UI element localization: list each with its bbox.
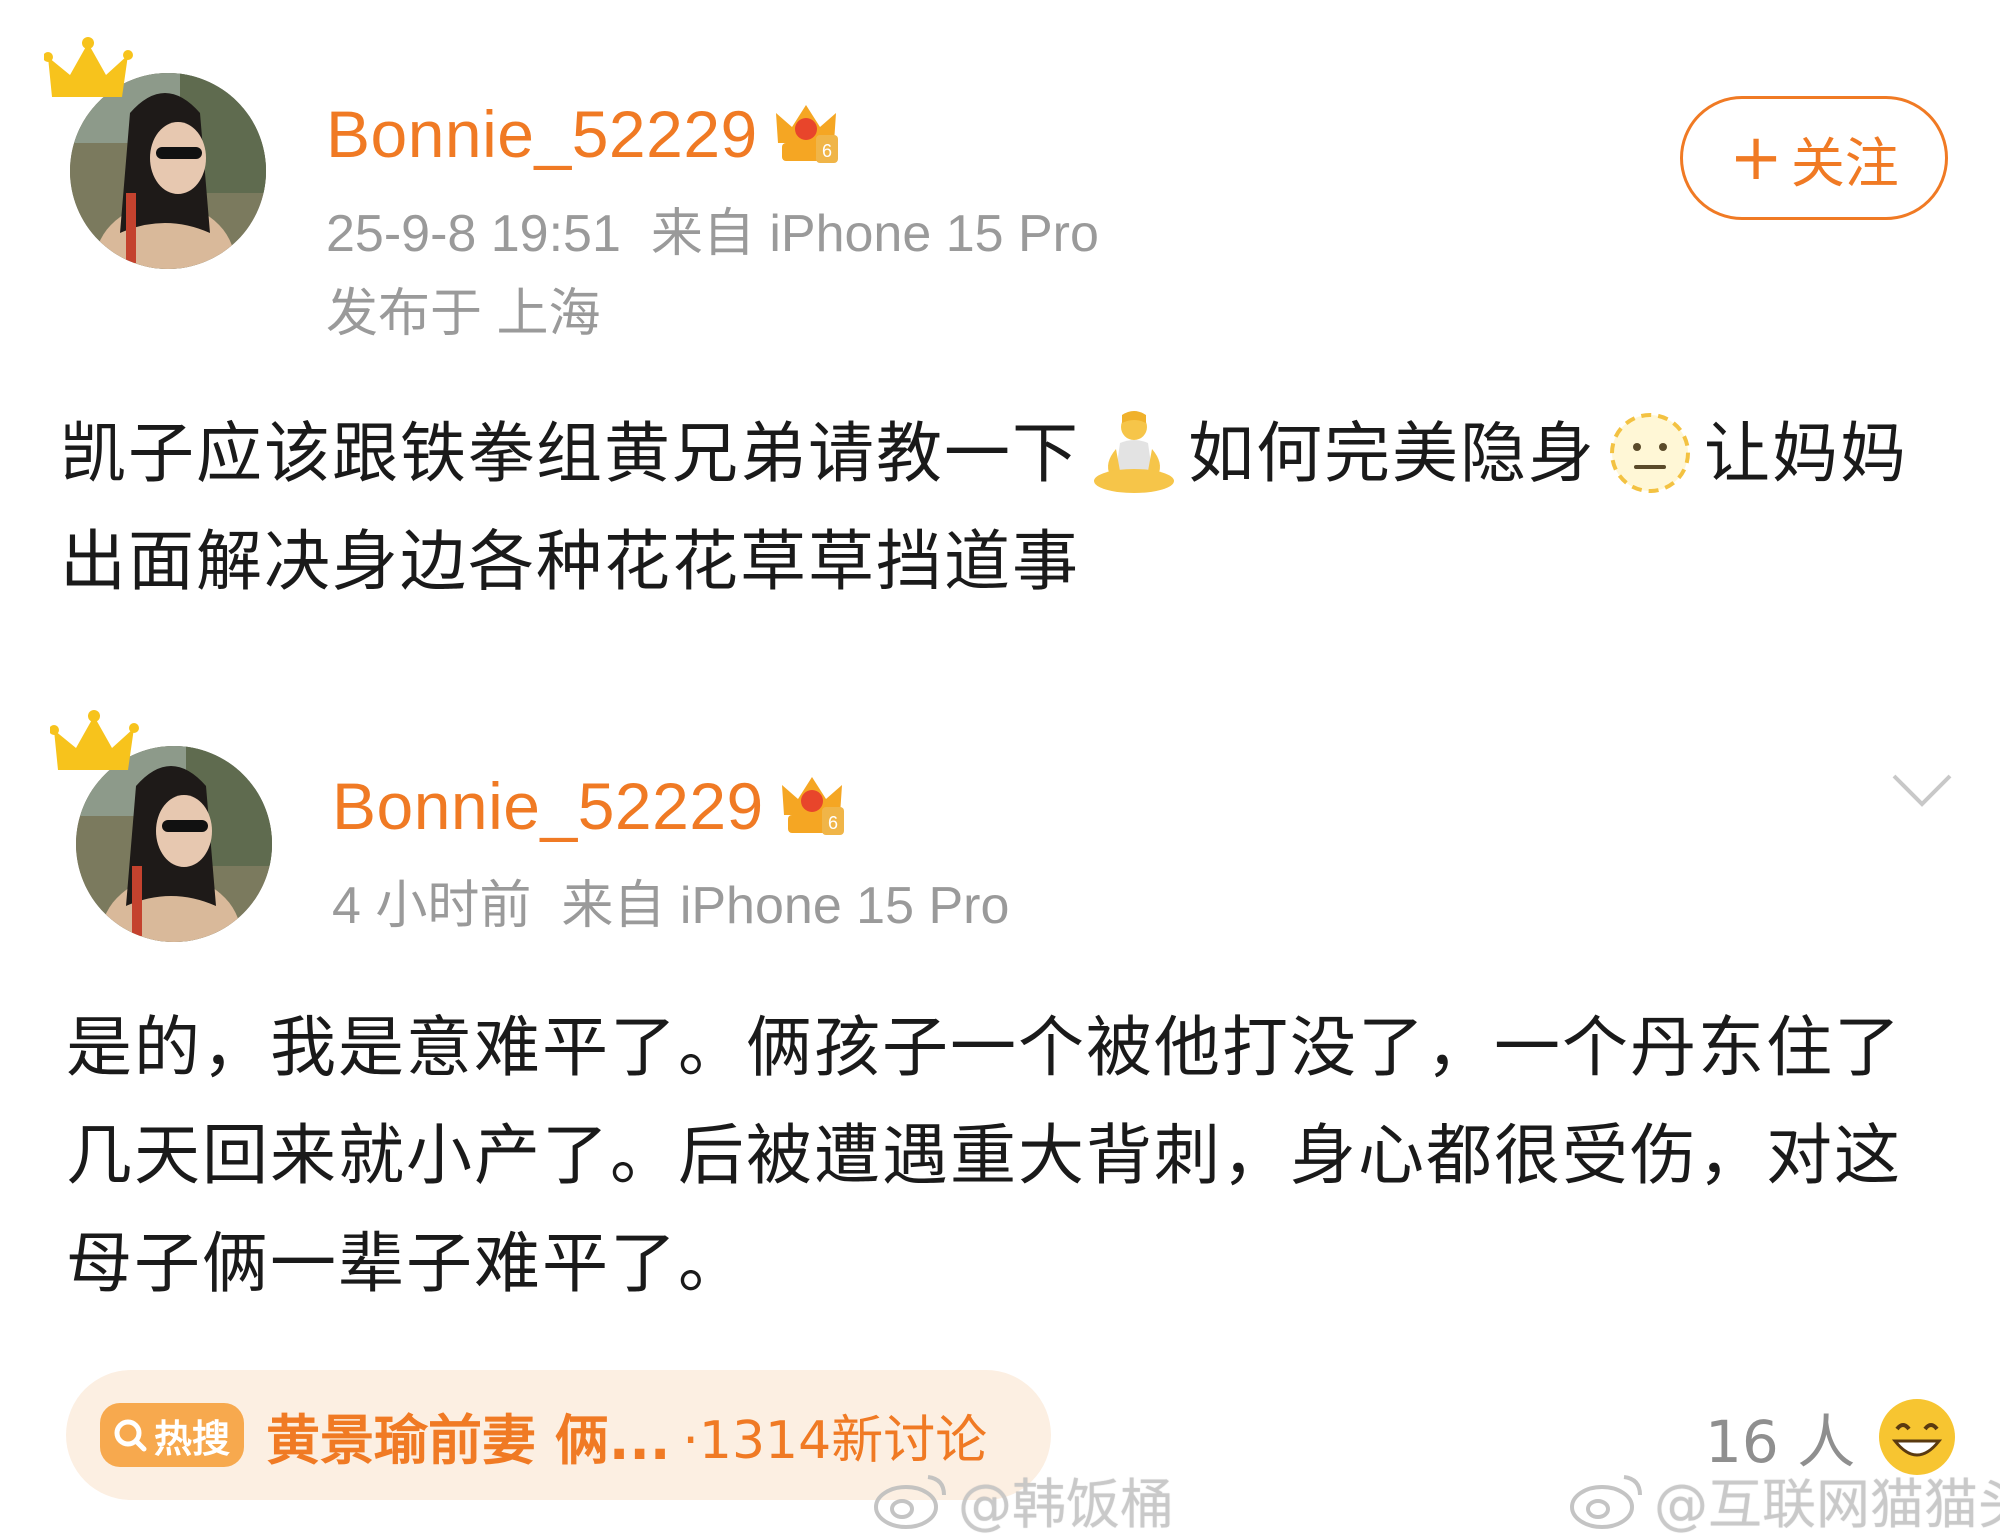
hot-search-title: 黄景瑜前妻 俩... [266,1408,671,1472]
crown-icon [44,33,134,113]
post-time: 4 小时前 [332,877,532,935]
watermark-left-text: @韩饭桶 [958,1473,1174,1536]
watermark-right-text: @互联网猫猫头 [1654,1473,2000,1536]
weibo-logo-icon [1570,1474,1642,1529]
weibo-logo-icon [874,1474,946,1529]
hot-search-tag: 热搜 [100,1403,245,1467]
expressionless-dashed-face-icon [1602,405,1698,501]
svg-text:6: 6 [828,813,838,833]
post-body-text: 是的，我是意难平了。俩孩子一个被他打没了，一个丹东住了几天回来就小产了。后被遭遇… [66,1009,1902,1302]
search-icon [114,1419,147,1452]
location-text: 发布于 上海 [326,285,601,343]
username-row: Bonnie_52229 6 [332,766,848,846]
svg-text:6: 6 [822,141,832,161]
avatar-container[interactable] [50,710,274,942]
username-row: Bonnie_52229 6 [326,94,842,174]
watermark-left: @韩饭桶 [872,1460,1174,1539]
post-meta: 25-9-8 19:51 来自 iPhone 15 Pro [326,208,1099,260]
username[interactable]: Bonnie_52229 [332,773,764,839]
watermark-right: @互联网猫猫头 [1568,1460,2000,1539]
follow-label: 关注 [1790,131,1899,195]
post-source: 来自 iPhone 15 Pro [650,205,1099,263]
vip-crown-badge-icon[interactable]: 6 [772,99,842,169]
post-source: 来自 iPhone 15 Pro [561,877,1010,935]
post-body: 是的，我是意难平了。俩孩子一个被他打没了，一个丹东住了几天回来就小产了。后被遭遇… [66,994,1936,1318]
post-location: 发布于 上海 [326,288,600,340]
vip-crown-badge-icon[interactable]: 6 [778,771,848,841]
follow-button[interactable]: + 关注 [1680,96,1948,220]
crown-icon [50,706,140,786]
avatar-container[interactable] [44,37,268,269]
post-time: 25-9-8 19:51 [326,205,621,263]
post-body-part1: 凯子应该跟铁拳组黄兄弟请教一下 [60,415,1080,492]
post-body-part2: 如何完美隐身 [1188,415,1596,492]
hot-search-tag-label: 热搜 [154,1416,231,1461]
meditation-person-icon [1086,405,1182,501]
chevron-down-icon[interactable] [1890,770,1954,810]
post-meta: 4 小时前 来自 iPhone 15 Pro [332,880,1009,932]
plus-icon: + [1729,121,1783,195]
post-body: 凯子应该跟铁拳组黄兄弟请教一下 如何完美隐身 让妈妈出面解决身边各种花花草草挡道… [60,400,1940,616]
username[interactable]: Bonnie_52229 [326,101,758,167]
